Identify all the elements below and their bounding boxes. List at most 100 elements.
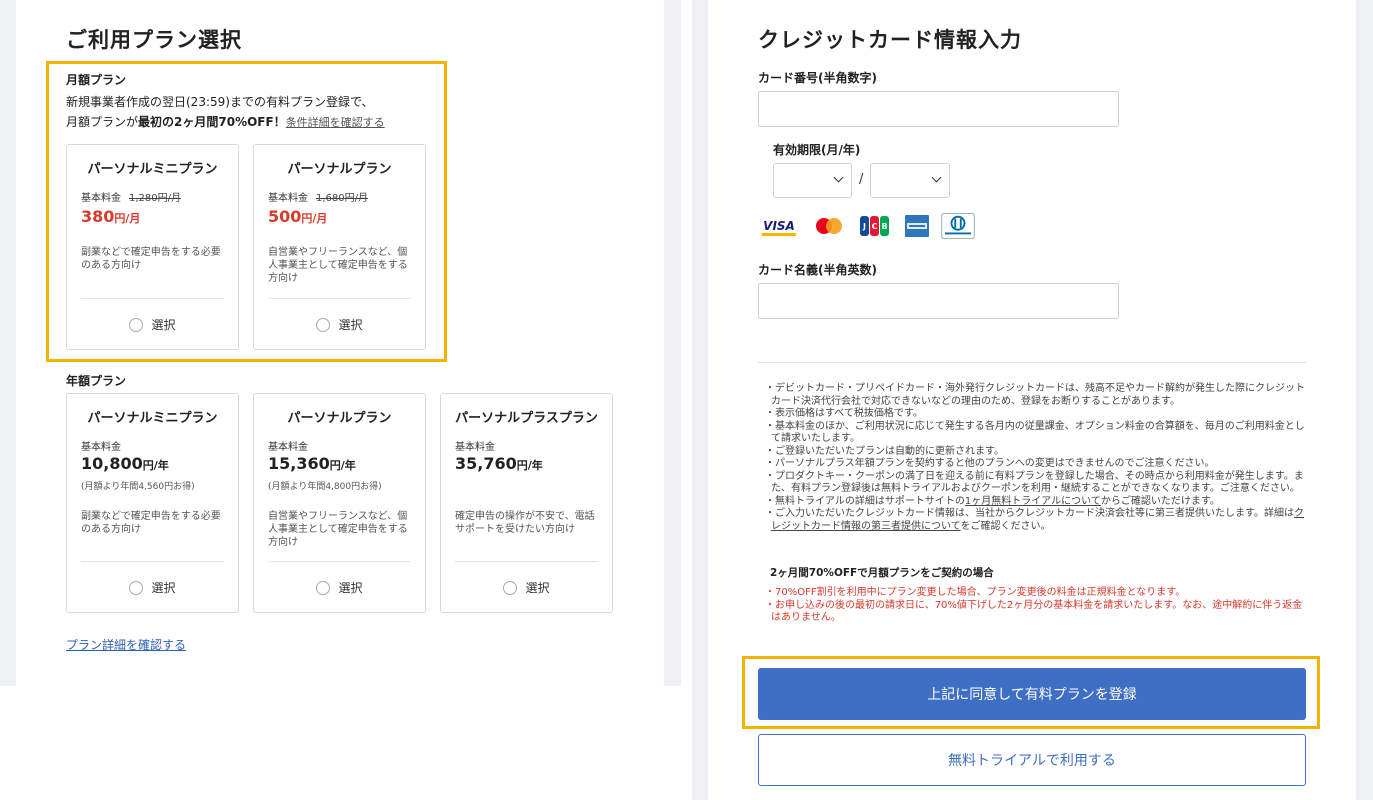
note-text: ・ご入力いただいたクレジットカード情報は、当社からクレジットカード決済会社等に第… bbox=[765, 508, 1294, 519]
promo-line-1: 新規事業者作成の翌日(23:59)までの有料プラン登録で、 bbox=[66, 95, 374, 109]
plan-details-link[interactable]: プラン詳細を確認する bbox=[66, 636, 186, 653]
promo-prefix: 月額プランが bbox=[66, 115, 139, 129]
discount-price: 380円/月 bbox=[81, 207, 140, 226]
offer-note-item: ・70%OFF割引を利用中にプラン変更した場合、プラン変更後の料金は正規料金とな… bbox=[765, 587, 1186, 598]
monthly-card-personal[interactable]: パーソナルプラン 基本料金 1,680円/月 500円/月 自営業やフリーランスな… bbox=[253, 144, 426, 350]
card-divider bbox=[455, 561, 598, 562]
original-price: 1,280円/月 bbox=[129, 193, 181, 204]
offer-notes: ・70%OFF割引を利用中にプラン変更した場合、プラン変更後の料金は正規料金とな… bbox=[759, 587, 1307, 625]
card-name-input[interactable] bbox=[758, 283, 1119, 319]
select-label: 選択 bbox=[151, 318, 176, 332]
annual-saving: (月額より年間4,800円お得) bbox=[268, 482, 382, 492]
card-number-input[interactable] bbox=[758, 91, 1119, 127]
note-text: からご確認いただけます。 bbox=[1100, 495, 1220, 507]
price-unit: 円/月 bbox=[301, 212, 328, 225]
note-item: ・表示価格はすべて税抜価格です。 bbox=[765, 408, 923, 419]
base-label: 基本料金 bbox=[455, 442, 495, 453]
base-price-row: 基本料金 1,280円/月 bbox=[81, 189, 181, 204]
card-divider bbox=[81, 561, 224, 562]
select-label: 選択 bbox=[525, 581, 550, 595]
promo-conditions-link[interactable]: 条件詳細を確認する bbox=[286, 116, 385, 129]
annual-plan-label: 年額プラン bbox=[66, 374, 127, 388]
radio-circle-icon[interactable] bbox=[129, 581, 144, 595]
discount-price: 500円/月 bbox=[268, 207, 327, 226]
annual-saving: (月額より年間4,560円お得) bbox=[81, 482, 195, 492]
plan-select-title: ご利用プラン選択 bbox=[66, 28, 242, 52]
note-text: をご確認ください。 bbox=[960, 520, 1051, 532]
expiry-separator: / bbox=[859, 172, 864, 187]
expiry-month-select[interactable] bbox=[773, 163, 852, 198]
note-item: ・基本料金のほか、ご利用状況に応じて発生する各月内の従量課金、オプション料金の合… bbox=[765, 420, 1305, 445]
visa-logo-icon: VISA bbox=[758, 213, 800, 239]
base-price-row: 基本料金 1,680円/月 bbox=[268, 189, 368, 204]
price-value: 15,360 bbox=[268, 454, 330, 473]
card-divider bbox=[268, 561, 411, 562]
select-radio[interactable]: 選択 bbox=[441, 579, 612, 596]
select-radio[interactable]: 選択 bbox=[254, 579, 425, 596]
annual-card-personal[interactable]: パーソナルプラン 基本料金 15,360円/年 (月額より年間4,800円お得)… bbox=[253, 393, 426, 613]
diners-club-logo-icon bbox=[941, 213, 975, 239]
note-text: ・無料トライアルの詳細はサポートサイトの bbox=[765, 495, 965, 507]
annual-card-mini[interactable]: パーソナルミニプラン 基本料金 10,800円/年 (月額より年間4,560円お… bbox=[66, 393, 239, 613]
amex-logo-icon bbox=[905, 215, 929, 237]
visa-text: VISA bbox=[763, 219, 795, 233]
section-divider bbox=[758, 362, 1306, 363]
select-label: 選択 bbox=[338, 581, 363, 595]
note-item: ・デビットカード・プリペイドカード・海外発行クレジットカードは、残高不足やカード… bbox=[765, 383, 1305, 407]
radio-circle-icon[interactable] bbox=[316, 581, 331, 595]
select-label: 選択 bbox=[151, 581, 176, 595]
offer-note-item: ・お申し込みの後の最初の請求日に、70%値下げした2ヶ月分の基本料金を請求いたし… bbox=[765, 599, 1303, 624]
price-unit: 円/年 bbox=[329, 459, 356, 472]
select-radio[interactable]: 選択 bbox=[67, 579, 238, 596]
select-radio[interactable]: 選択 bbox=[67, 316, 238, 333]
note-item: ・プロダクトキー・クーポンの満了日を迎える前に有料プランを登録した場合、その時点… bbox=[765, 470, 1304, 495]
price-unit: 円/年 bbox=[516, 459, 543, 472]
plan-name: パーソナルミニプラン bbox=[87, 162, 218, 177]
promo-discount: 最初の2ヶ月間70%OFF！ bbox=[138, 115, 286, 129]
price-unit: 円/年 bbox=[142, 459, 169, 472]
mastercard-logo-icon bbox=[816, 218, 842, 234]
terms-notes: ・デビットカード・プリペイドカード・海外発行クレジットカードは、残高不足やカード… bbox=[759, 383, 1307, 533]
radio-circle-icon[interactable] bbox=[503, 581, 518, 595]
note-item-third-party: ・ご入力いただいたクレジットカード情報は、当社からクレジットカード決済会社等に第… bbox=[759, 508, 1307, 533]
free-trial-button[interactable]: 無料トライアルで利用する bbox=[758, 734, 1306, 786]
base-label: 基本料金 bbox=[81, 442, 121, 453]
base-label: 基本料金 bbox=[268, 442, 308, 453]
plan-description: 自営業やフリーランスなど、個人事業主として確定申告をする方向け bbox=[268, 247, 408, 284]
chevron-down-icon bbox=[833, 172, 844, 183]
annual-card-personal-plus[interactable]: パーソナルプラスプラン 基本料金 35,760円/年 確定申告の操作が不安で、電… bbox=[440, 393, 613, 613]
offer-heading: 2ヶ月間70%OFFで月額プランをご契約の場合 bbox=[770, 567, 994, 579]
annual-price: 15,360円/年 bbox=[268, 454, 356, 473]
annual-price: 35,760円/年 bbox=[455, 454, 543, 473]
card-number-label: カード番号(半角数字) bbox=[758, 71, 877, 85]
free-trial-link[interactable]: 1ヶ月無料トライアルについて bbox=[965, 496, 1101, 507]
price-value: 35,760 bbox=[455, 454, 517, 473]
price-value: 380 bbox=[81, 207, 115, 226]
price-value: 500 bbox=[268, 207, 302, 226]
radio-circle-icon[interactable] bbox=[316, 318, 331, 332]
plan-description: 自営業やフリーランスなど、個人事業主として確定申告をする方向け bbox=[268, 511, 408, 548]
note-item: ・ご登録いただいたプランは自動的に更新されます。 bbox=[765, 445, 1004, 457]
price-value: 10,800 bbox=[81, 454, 143, 473]
note-item-trial: ・無料トライアルの詳細はサポートサイトの1ヶ月無料トライアルについてからご確認い… bbox=[759, 496, 1307, 509]
chevron-down-icon bbox=[931, 172, 942, 183]
monthly-card-mini[interactable]: パーソナルミニプラン 基本料金 1,280円/月 380円/月 副業などで確定申告… bbox=[66, 144, 239, 350]
svg-text:J: J bbox=[862, 222, 866, 231]
plan-description: 副業などで確定申告をする必要のある方向け bbox=[81, 247, 221, 271]
plan-name: パーソナルプラン bbox=[287, 162, 392, 177]
radio-circle-icon[interactable] bbox=[129, 318, 144, 332]
plan-name: パーソナルプラン bbox=[287, 411, 392, 426]
register-paid-plan-button[interactable]: 上記に同意して有料プランを登録 bbox=[758, 668, 1306, 720]
base-label: 基本料金 bbox=[81, 193, 121, 204]
svg-text:C: C bbox=[872, 222, 878, 231]
monthly-promo: 新規事業者作成の翌日(23:59)までの有料プラン登録で、 月額プランが最初の2… bbox=[66, 92, 385, 133]
expiry-label: 有効期限(月/年) bbox=[773, 143, 861, 157]
jcb-logo-icon: J C B bbox=[860, 216, 889, 236]
plan-name: パーソナルプラスプラン bbox=[455, 411, 598, 426]
plan-description: 確定申告の操作が不安で、電話サポートを受けたい方向け bbox=[455, 511, 595, 535]
select-radio[interactable]: 選択 bbox=[254, 316, 425, 333]
expiry-year-select[interactable] bbox=[870, 163, 950, 198]
promo-line-2: 月額プランが最初の2ヶ月間70%OFF！条件詳細を確認する bbox=[66, 112, 385, 133]
card-form-title: クレジットカード情報入力 bbox=[758, 28, 1022, 52]
svg-text:B: B bbox=[881, 222, 887, 231]
